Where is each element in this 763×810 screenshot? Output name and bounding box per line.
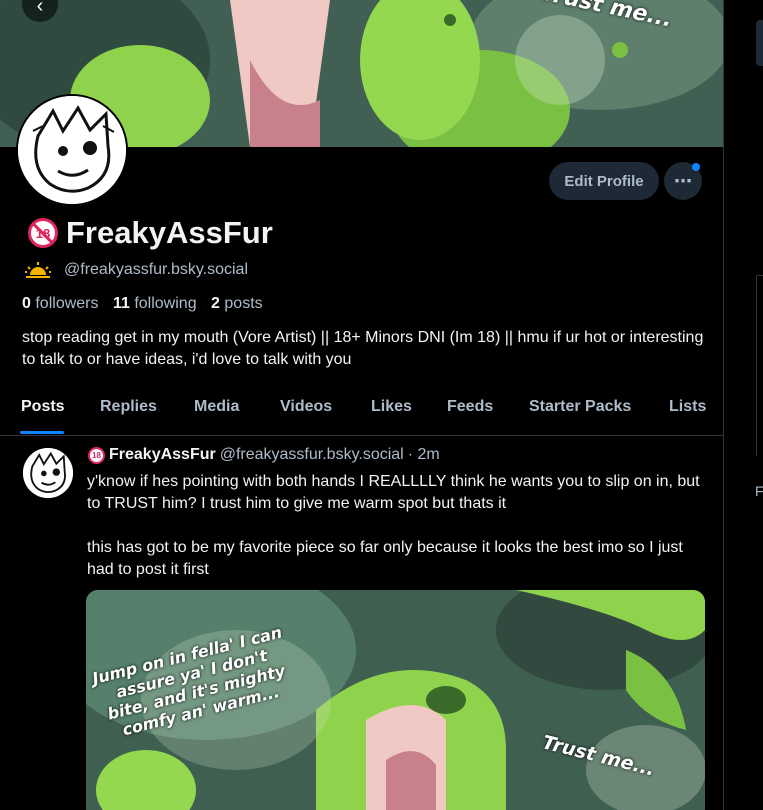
post-text: y'know if hes pointing with both hands I…	[87, 471, 712, 581]
followers-stat[interactable]: 0 followers	[22, 295, 109, 312]
followers-count: 0	[22, 295, 31, 312]
posts-count: 2	[211, 295, 220, 312]
post-avatar-illustration	[23, 448, 73, 498]
post-header: 18 FreakyAssFur @freakyassfur.bsky.socia…	[88, 446, 440, 464]
profile-tabs: Posts Replies Media Videos Likes Feeds S…	[0, 392, 723, 436]
tab-lists[interactable]: Lists	[669, 398, 706, 416]
display-name: FreakyAssFur	[66, 215, 273, 250]
profile-avatar[interactable]	[16, 94, 128, 206]
following-count: 11	[112, 295, 130, 312]
profile-column: Trust me... ‹ Edit Profile ⋯ 18 FreakyAs…	[0, 0, 724, 810]
adult-content-icon: 18	[28, 218, 58, 248]
post-author-handle[interactable]: @freakyassfur.bsky.social	[220, 446, 404, 464]
post-author-avatar[interactable]	[23, 448, 73, 498]
profile-display-name-row: 18 FreakyAssFur	[28, 215, 273, 251]
post-author-name[interactable]: FreakyAssFur	[109, 446, 216, 464]
tab-posts[interactable]: Posts	[21, 398, 65, 416]
tab-replies[interactable]: Replies	[100, 398, 157, 416]
following-stat[interactable]: 11 following	[113, 295, 207, 312]
followers-label: followers	[35, 295, 99, 312]
posts-label: posts	[224, 295, 263, 312]
post-text-paragraph-1: y'know if hes pointing with both hands I…	[87, 473, 700, 512]
profile-handle[interactable]: @freakyassfur.bsky.social	[64, 261, 248, 279]
active-tab-indicator	[20, 431, 64, 434]
sunrise-icon	[25, 262, 51, 278]
tab-feeds[interactable]: Feeds	[447, 398, 493, 416]
post-text-paragraph-2: this has got to be my favorite piece so …	[87, 539, 683, 578]
avatar-illustration	[18, 96, 126, 204]
right-sidebar-search-edge[interactable]	[756, 20, 763, 66]
profile-bio: stop reading get in my mouth (Vore Artis…	[22, 329, 704, 368]
posts-stat: 2 posts	[211, 295, 263, 312]
tab-media[interactable]: Media	[194, 398, 239, 416]
edit-profile-button[interactable]: Edit Profile	[549, 162, 659, 200]
handle-row: @freakyassfur.bsky.social	[24, 261, 248, 279]
right-sidebar-card-edge	[756, 275, 763, 456]
right-sidebar-truncated-text: F	[755, 483, 763, 499]
post-image[interactable]: Jump on in fella' I can assure ya' I don…	[86, 590, 705, 810]
post-timestamp[interactable]: · 2m	[408, 446, 440, 464]
following-label: following	[134, 295, 197, 312]
profile-stats: 0 followers 11 following 2 posts	[22, 295, 263, 313]
post-adult-content-icon: 18	[88, 446, 105, 464]
tab-videos[interactable]: Videos	[280, 398, 332, 416]
tab-starter-packs[interactable]: Starter Packs	[529, 398, 631, 416]
notification-dot	[692, 163, 700, 171]
arrow-left-icon: ‹	[36, 0, 44, 17]
ellipsis-icon: ⋯	[674, 170, 692, 191]
tab-likes[interactable]: Likes	[371, 398, 412, 416]
